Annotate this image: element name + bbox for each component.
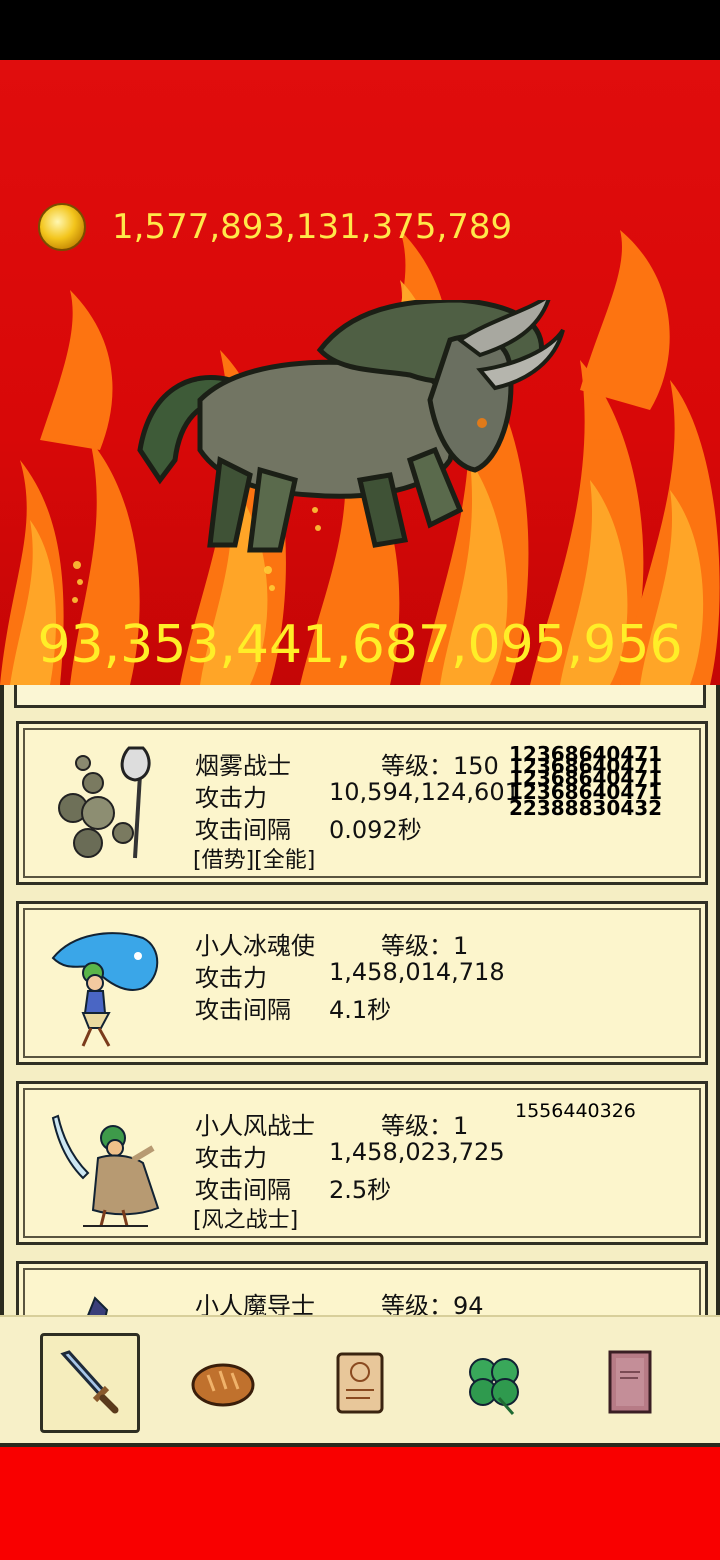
hero-name: 烟雾战士 — [195, 752, 291, 780]
gold-counter: 1,577,893,131,375,789 — [38, 202, 512, 252]
bread-icon — [191, 1363, 255, 1407]
interval-label: 攻击间隔 — [195, 996, 291, 1024]
interval-label: 攻击间隔 — [195, 1176, 291, 1204]
hero-level: 等级：1 — [381, 932, 469, 960]
floating-damage-number: 12368640471 — [509, 766, 663, 790]
hero-card-ice-soul[interactable]: 小人冰魂使 等级：1 攻击力 1,458,014,718 攻击间隔 4.1秒 — [16, 901, 708, 1065]
attack-label: 攻击力 — [195, 964, 267, 992]
sword-icon — [60, 1350, 119, 1414]
battle-scene[interactable]: 1,577,893,131,375,789 93,353,441,687,095… — [0, 60, 720, 685]
attack-label: 攻击力 — [195, 784, 267, 812]
floating-damage-number: 12368640471 — [509, 780, 663, 804]
gold-amount: 1,577,893,131,375,789 — [112, 207, 513, 247]
bull-monster-icon[interactable] — [130, 300, 570, 560]
hero-name: 小人魔导士 — [195, 1292, 315, 1315]
damage-number: 93,353,441,687,095,956 — [37, 615, 683, 675]
floating-damage-number: 12368640471 — [509, 742, 663, 766]
hero-traits: [借势][全能] — [193, 848, 316, 873]
status-bar — [0, 0, 720, 60]
interval-label: 攻击间隔 — [195, 816, 291, 844]
gold-coin-icon — [38, 203, 86, 251]
attack-value: 1,458,023,725 — [329, 1138, 505, 1166]
hero-level: 等级：150 — [381, 752, 499, 780]
interval-value: 4.1秒 — [329, 996, 392, 1024]
bottom-nav — [0, 1315, 720, 1447]
hero-name: 小人风战士 — [195, 1112, 315, 1140]
interval-value: 0.092秒 — [329, 816, 422, 844]
nav-food-button[interactable] — [173, 1333, 273, 1433]
floating-damage-number: 12368640471 — [509, 754, 663, 778]
attack-value: 10,594,124,601 — [329, 778, 520, 806]
ice-soul-mage-icon — [51, 932, 159, 1047]
smoke-warrior-icon — [58, 746, 151, 859]
attack-label: 攻击力 — [195, 1144, 267, 1172]
floating-damage-number: 22388830432 — [509, 796, 663, 820]
attack-value: 1,458,014,718 — [329, 958, 505, 986]
mage-hat-icon — [87, 1296, 109, 1315]
hero-list-panel[interactable]: 烟雾战士 等级：150 攻击力 10,594,124,601 攻击间隔 0.09… — [0, 685, 720, 1315]
hero-card-wind-warrior[interactable]: 小人风战士 等级：1 攻击力 1,458,023,725 攻击间隔 2.5秒 [… — [16, 1081, 708, 1245]
nav-book-button[interactable] — [580, 1333, 680, 1433]
hero-card-smoke-warrior[interactable]: 烟雾战士 等级：150 攻击力 10,594,124,601 攻击间隔 0.09… — [16, 721, 708, 885]
interval-value: 2.5秒 — [329, 1176, 392, 1204]
hero-name: 小人冰魂使 — [195, 932, 315, 960]
bottom-bar — [0, 1447, 720, 1560]
scroll-icon — [336, 1352, 384, 1414]
book-icon — [608, 1350, 652, 1414]
hero-card-mage[interactable]: 小人魔导士 等级：94 — [16, 1261, 708, 1315]
nav-heroes-button[interactable] — [40, 1333, 140, 1433]
nav-luck-button[interactable] — [444, 1333, 544, 1433]
floating-damage-number: 1556440326 — [515, 1100, 636, 1122]
nav-scroll-button[interactable] — [310, 1333, 410, 1433]
hero-traits: [风之战士] — [193, 1208, 299, 1233]
wind-warrior-icon — [51, 1114, 160, 1227]
clover-icon — [469, 1358, 519, 1415]
hero-level: 等级：1 — [381, 1112, 469, 1140]
previous-card-edge — [14, 685, 706, 708]
hero-level: 等级：94 — [381, 1292, 484, 1315]
